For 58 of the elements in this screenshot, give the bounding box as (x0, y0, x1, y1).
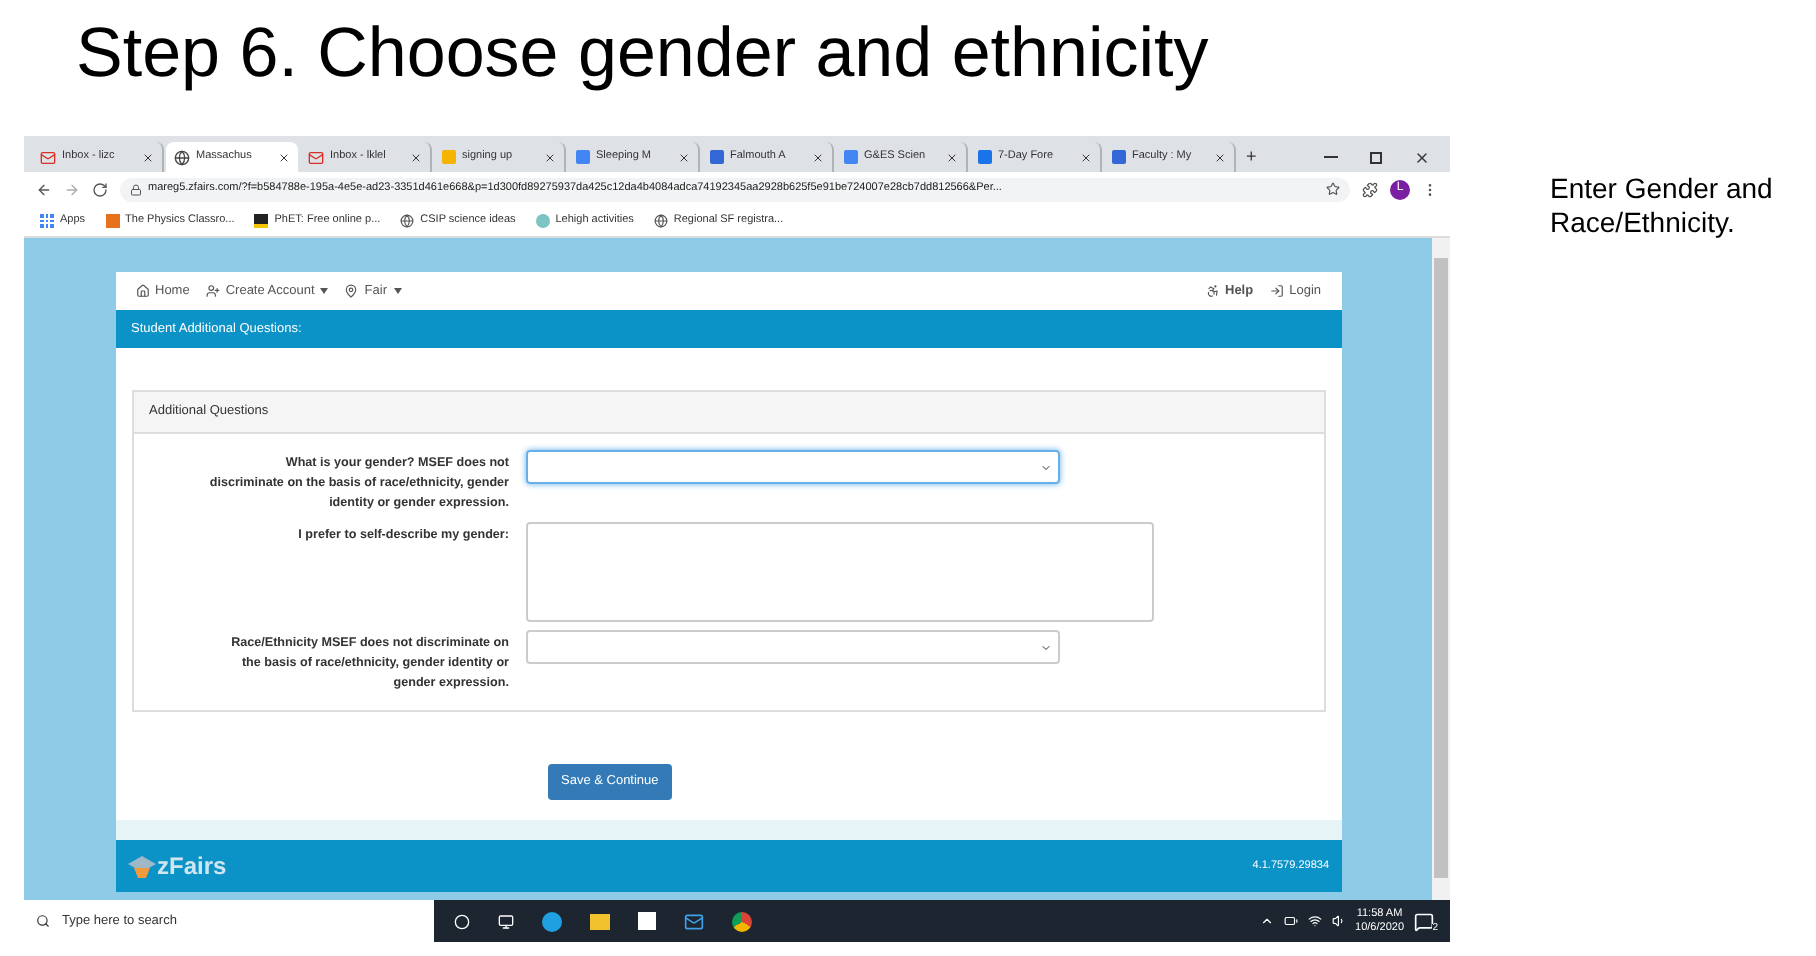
restore-icon[interactable] (1370, 151, 1382, 163)
mail-icon[interactable] (684, 911, 704, 931)
battery-icon[interactable] (1283, 914, 1298, 928)
favicon-icon (844, 150, 858, 164)
chevron-up-icon[interactable] (1259, 914, 1274, 928)
chrome-app-icon[interactable] (732, 911, 752, 931)
close-window-icon[interactable] (1414, 149, 1430, 165)
favicon-icon (710, 150, 724, 164)
favicon-icon (105, 214, 120, 228)
close-icon[interactable] (544, 151, 556, 163)
logo-mark-icon (127, 855, 155, 877)
cortana-icon[interactable] (454, 913, 470, 929)
back-icon[interactable] (36, 181, 52, 197)
wifi-icon[interactable] (1307, 914, 1322, 928)
chevron-icon (1039, 641, 1051, 653)
caret-icon (320, 288, 329, 294)
browser-app-icon[interactable] (542, 911, 562, 931)
map-pin-icon (344, 284, 359, 298)
folder-icon[interactable] (590, 913, 610, 929)
extensions-icon[interactable] (1362, 181, 1378, 197)
favicon-icon (1112, 150, 1126, 164)
task-view-icon[interactable] (498, 913, 514, 929)
apps-grid-icon (40, 214, 54, 228)
mail-icon (308, 149, 324, 165)
search-icon (36, 914, 50, 928)
globe-icon (174, 149, 190, 165)
new-tab-button[interactable]: + (1238, 142, 1265, 172)
close-icon[interactable] (278, 151, 290, 163)
reload-icon[interactable] (92, 181, 108, 197)
favicon-icon (254, 214, 269, 228)
caret-icon (393, 288, 401, 294)
close-icon[interactable] (946, 151, 958, 163)
close-icon[interactable] (1080, 151, 1092, 163)
favicon-icon (535, 214, 550, 228)
mail-icon (40, 149, 56, 165)
favicon-icon (442, 150, 456, 164)
instruction-note: Enter Gender and Race/Ethnicity. (1550, 172, 1775, 240)
home-icon (135, 284, 149, 298)
notifications-icon[interactable] (1414, 911, 1434, 931)
zfairs-logo: zFairs (127, 854, 227, 878)
close-icon[interactable] (142, 151, 154, 163)
favicon-icon (576, 150, 590, 164)
user-plus-icon (205, 284, 220, 298)
dropdown-field[interactable] (525, 450, 1059, 484)
close-icon[interactable] (410, 151, 422, 163)
globe-icon (653, 214, 668, 228)
dropdown-field[interactable] (525, 630, 1059, 664)
login-icon (1269, 284, 1284, 298)
close-icon[interactable] (1214, 151, 1226, 163)
lock-icon (130, 183, 142, 195)
globe-icon (400, 214, 415, 228)
close-icon[interactable] (678, 151, 690, 163)
chevron-icon (1039, 461, 1051, 473)
star-icon[interactable] (1326, 182, 1340, 196)
slide-title: Step 6. Choose gender and ethnicity (76, 12, 1209, 96)
volume-icon[interactable] (1331, 914, 1346, 928)
favicon-icon (978, 150, 992, 164)
close-icon[interactable] (812, 151, 824, 163)
